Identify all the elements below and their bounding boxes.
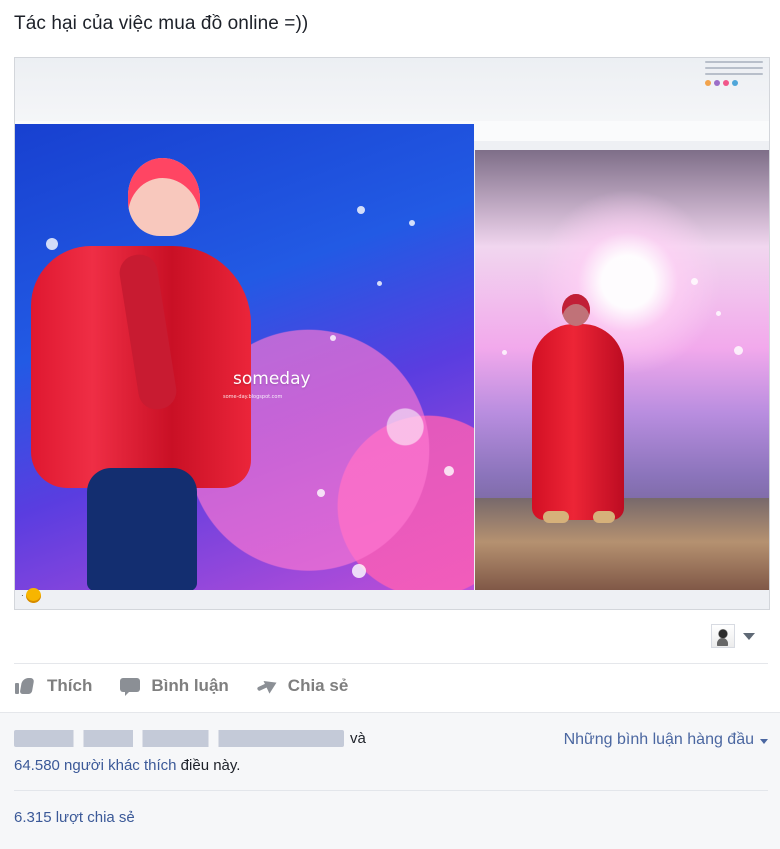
post-actions: Thích Bình luận Chia sẻ [14,676,348,696]
stage-light-dot [716,311,721,316]
others-count-link[interactable]: 64.580 người khác [14,757,140,774]
confetti-dot [330,335,336,341]
chevron-down-icon[interactable] [760,738,768,744]
actions-divider [14,663,768,664]
share-button[interactable]: Chia sẻ [255,676,348,696]
confetti-dot [409,220,415,226]
likes-summary-line-2: 64.580 người khác thích điều này. [14,757,240,774]
performer-shoe-right-2 [593,511,615,523]
smile-icon [25,587,41,603]
chevron-down-icon[interactable] [743,632,755,640]
performer-shoe-right-1 [543,511,569,523]
post-actor-selector[interactable] [711,624,755,648]
left-photo[interactable]: someday some-day.blogspot.com [15,124,474,590]
masked-liker-names [14,730,344,747]
performer-legs-left [87,468,197,590]
comment-icon [118,676,142,696]
confetti-dot [377,281,382,286]
likes-rest-text: điều này. [180,757,241,774]
stage-light-dot [502,350,507,355]
confetti-dot [444,466,454,476]
stage-light-dot [734,346,743,355]
badge-icon [705,80,711,86]
post-title: Tác hại của việc mua đồ online =)) [14,13,309,34]
comment-button[interactable]: Bình luận [118,676,229,696]
likes-and-text: và [350,730,366,747]
badge-icon [732,80,738,86]
avatar[interactable] [711,624,735,648]
top-comments-label[interactable]: Những bình luận hàng đầu [564,731,754,749]
share-arrow-icon [255,676,279,696]
info-line-3 [705,73,763,75]
badge-icon [723,80,729,86]
confetti-dot [317,489,325,497]
comment-label: Bình luận [151,676,229,695]
stage-light-dot [691,278,698,285]
confetti-dot [352,564,366,578]
watermark-text: someday [233,369,311,389]
thumbs-up-icon [14,676,38,696]
shares-count-link[interactable]: 6.315 lượt chia sẻ [14,809,135,826]
shares-divider [14,790,768,791]
performer-head-right [562,294,590,326]
performer-head-left [128,158,200,236]
like-button[interactable]: Thích [14,676,92,696]
badge-dots [705,80,763,86]
info-line-1 [705,61,763,63]
performer-coat-right [532,324,624,520]
emoji-row: · [21,587,41,603]
post-media[interactable]: someday some-day.blogspot.com · [14,57,770,610]
info-line-2 [705,67,763,69]
confetti-dot [357,206,365,214]
likes-summary-line-1: và [14,730,366,747]
watermark-url: some-day.blogspot.com [223,394,283,400]
user-info-panel [705,61,763,95]
top-comments-dropdown[interactable]: Những bình luận hàng đầu [564,731,768,749]
badge-icon [714,80,720,86]
share-label: Chia sẻ [287,676,349,695]
media-header [15,58,769,122]
like-word-link[interactable]: thích [144,757,177,774]
confetti-dot [46,238,58,250]
right-photo[interactable] [475,150,769,590]
emoji-prefix: · [21,590,24,600]
like-label: Thích [47,676,93,695]
